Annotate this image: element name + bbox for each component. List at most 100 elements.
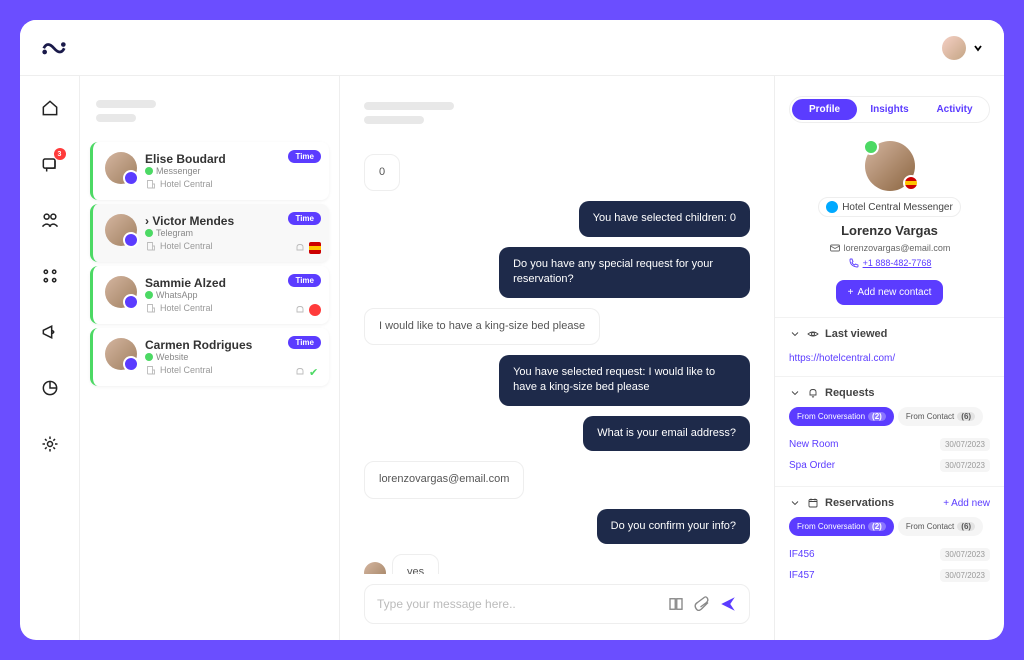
conversation-item[interactable]: Elise Boudard Messenger Hotel Central Ti… bbox=[90, 142, 329, 200]
hotel-label: Hotel Central bbox=[145, 178, 317, 190]
message-list: 0 You have selected children: 0 Do you hav… bbox=[340, 142, 774, 574]
status-dot-icon bbox=[145, 229, 153, 237]
channel-tag: Hotel Central Messenger bbox=[818, 197, 961, 217]
chat-panel: 0 You have selected children: 0 Do you hav… bbox=[340, 20, 774, 640]
nav-apps[interactable] bbox=[32, 258, 68, 294]
segment-button[interactable]: From Conversation (2) bbox=[789, 517, 894, 536]
bot-message: What is your email address? bbox=[583, 416, 750, 451]
phone-icon bbox=[848, 257, 860, 269]
avatar-icon bbox=[105, 276, 137, 308]
check-icon: ✔ bbox=[309, 366, 321, 378]
conversation-item[interactable]: Carmen Rodrigues Website Hotel Central T… bbox=[90, 328, 329, 386]
nav-broadcast[interactable] bbox=[32, 314, 68, 350]
channel-label: Messenger bbox=[145, 166, 317, 176]
user-message: lorenzovargas@email.com bbox=[364, 461, 524, 498]
flag-es-icon bbox=[309, 242, 321, 254]
profile-avatar bbox=[865, 141, 915, 191]
user-message: yes bbox=[392, 554, 439, 574]
add-reservation-button[interactable]: + Add new bbox=[943, 498, 990, 509]
chevron-down-icon bbox=[972, 42, 984, 54]
time-badge: Time bbox=[288, 150, 321, 163]
list-header bbox=[80, 90, 339, 138]
details-panel: ProfileInsightsActivity Hotel Central Me… bbox=[774, 20, 1004, 640]
quick-replies-icon[interactable] bbox=[667, 595, 685, 613]
message-composer bbox=[364, 584, 750, 624]
app-logo-icon bbox=[40, 38, 68, 58]
add-contact-button[interactable]: + Add new contact bbox=[836, 280, 944, 305]
segment-button[interactable]: From Contact (6) bbox=[898, 517, 983, 536]
bell-icon bbox=[294, 242, 306, 254]
status-dot-icon bbox=[145, 353, 153, 361]
status-dot-icon bbox=[145, 291, 153, 299]
chevron-down-icon bbox=[789, 387, 801, 399]
time-badge: Time bbox=[288, 274, 321, 287]
profile-name: Lorenzo Vargas bbox=[789, 223, 990, 238]
time-badge: Time bbox=[288, 336, 321, 349]
calendar-icon bbox=[807, 497, 819, 509]
message-input[interactable] bbox=[377, 597, 659, 611]
app-window: 3 Elise Boudard Messenger Hotel Central … bbox=[20, 20, 1004, 640]
nav-contacts[interactable] bbox=[32, 202, 68, 238]
profile-block: Hotel Central Messenger Lorenzo Vargas l… bbox=[775, 129, 1004, 317]
conversation-item[interactable]: › Victor Mendes Telegram Hotel Central T… bbox=[90, 204, 329, 262]
detail-tabs: ProfileInsightsActivity bbox=[789, 96, 990, 123]
chat-header bbox=[340, 90, 774, 142]
bell-icon bbox=[807, 387, 819, 399]
conversation-list: Elise Boudard Messenger Hotel Central Ti… bbox=[80, 20, 340, 640]
eye-icon bbox=[807, 328, 819, 340]
channel-label: Telegram bbox=[145, 228, 317, 238]
tab-insights[interactable]: Insights bbox=[857, 99, 922, 120]
section-reservations: Reservations + Add new From Conversation… bbox=[775, 486, 1004, 596]
section-requests: Requests From Conversation (2)From Conta… bbox=[775, 376, 1004, 486]
reservation-row[interactable]: IF45730/07/2023 bbox=[789, 565, 990, 586]
bot-message: Do you confirm your info? bbox=[597, 509, 750, 544]
nav-settings[interactable] bbox=[32, 426, 68, 462]
time-badge: Time bbox=[288, 212, 321, 225]
reservation-row[interactable]: IF45630/07/2023 bbox=[789, 544, 990, 565]
nav-analytics[interactable] bbox=[32, 370, 68, 406]
user-avatar-icon bbox=[364, 562, 386, 574]
request-row[interactable]: Spa Order30/07/2023 bbox=[789, 455, 990, 476]
bot-message: You have selected request: I would like … bbox=[499, 355, 750, 406]
chevron-down-icon bbox=[789, 328, 801, 340]
avatar-icon bbox=[105, 338, 137, 370]
email-icon bbox=[829, 242, 841, 254]
avatar-icon bbox=[105, 152, 137, 184]
bell-icon bbox=[294, 366, 306, 378]
profile-phone[interactable]: +1 888-482-7768 bbox=[789, 257, 990, 269]
top-avatar-icon bbox=[942, 36, 966, 60]
status-dot-icon bbox=[145, 167, 153, 175]
tab-profile[interactable]: Profile bbox=[792, 99, 857, 120]
chevron-down-icon bbox=[789, 497, 801, 509]
plus-icon: + bbox=[848, 287, 854, 298]
user-message: 0 bbox=[364, 154, 400, 191]
nav-inbox[interactable]: 3 bbox=[32, 146, 68, 182]
hotel-label: Hotel Central bbox=[145, 364, 317, 376]
topbar bbox=[20, 20, 1004, 76]
channel-label: WhatsApp bbox=[145, 290, 317, 300]
side-nav: 3 bbox=[20, 20, 80, 640]
inbox-badge: 3 bbox=[54, 148, 66, 160]
user-message: I would like to have a king-size bed ple… bbox=[364, 308, 600, 345]
hotel-label: Hotel Central bbox=[145, 302, 317, 314]
hotel-label: Hotel Central bbox=[145, 240, 317, 252]
bell-icon bbox=[294, 304, 306, 316]
section-last-viewed: Last viewed https://hotelcentral.com/ bbox=[775, 317, 1004, 376]
attachment-icon[interactable] bbox=[693, 595, 711, 613]
red-dot-icon bbox=[309, 304, 321, 316]
flag-es-icon bbox=[903, 175, 919, 191]
conversation-item[interactable]: Sammie Alzed WhatsApp Hotel Central Time bbox=[90, 266, 329, 324]
request-row[interactable]: New Room30/07/2023 bbox=[789, 434, 990, 455]
last-viewed-link[interactable]: https://hotelcentral.com/ bbox=[789, 353, 895, 364]
send-button[interactable] bbox=[719, 595, 737, 613]
bot-message: Do you have any special request for your… bbox=[499, 247, 750, 298]
avatar-icon bbox=[105, 214, 137, 246]
segment-button[interactable]: From Conversation (2) bbox=[789, 407, 894, 426]
channel-label: Website bbox=[145, 352, 317, 362]
topbar-profile[interactable] bbox=[942, 36, 984, 60]
profile-email[interactable]: lorenzovargas@email.com bbox=[789, 242, 990, 254]
bot-message: You have selected children: 0 bbox=[579, 201, 750, 236]
segment-button[interactable]: From Contact (6) bbox=[898, 407, 983, 426]
tab-activity[interactable]: Activity bbox=[922, 99, 987, 120]
nav-home[interactable] bbox=[32, 90, 68, 126]
